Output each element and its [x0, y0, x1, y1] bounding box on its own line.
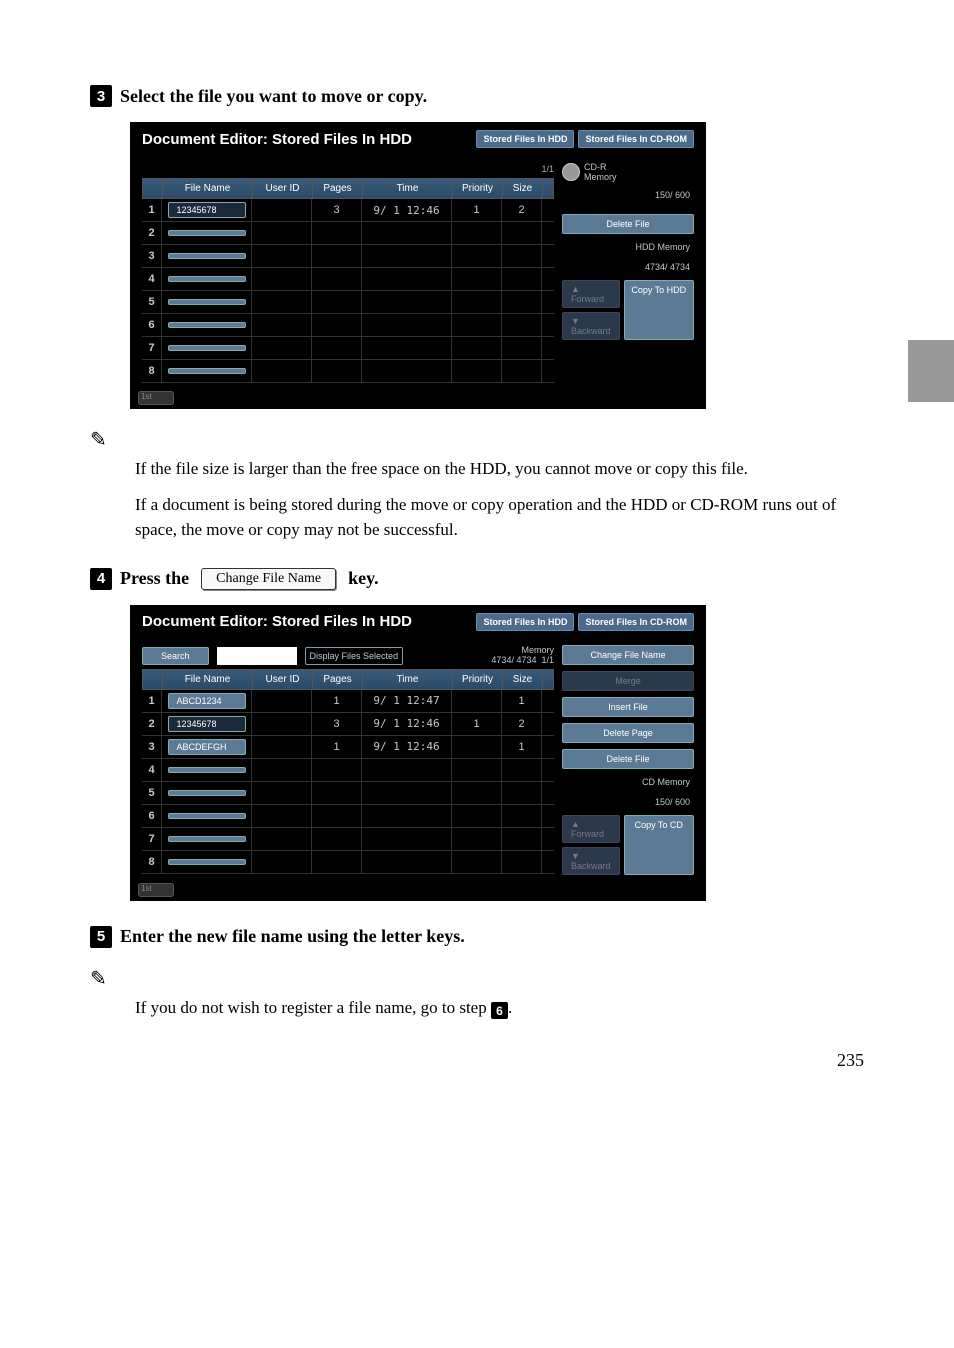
step-5-number: 5: [90, 926, 112, 948]
step-4-number: 4: [90, 568, 112, 590]
shot2-table-body: 1 ABCD1234 1 9/ 1 12:47 1 2 12345678 3 9…: [142, 690, 554, 874]
merge-button[interactable]: Merge: [562, 671, 694, 691]
table-row[interactable]: 1 ABCD1234 1 9/ 1 12:47 1: [142, 690, 554, 713]
page-tab-indicator: 1st: [138, 883, 174, 897]
file-entry[interactable]: 12345678: [168, 716, 246, 732]
shot2-title: Document Editor: Stored Files In HDD: [142, 613, 412, 630]
hdd-memory-value: 4734/ 4734: [562, 260, 694, 274]
col-filename: File Name: [163, 179, 253, 198]
step-3-number: 3: [90, 85, 112, 107]
step-4-text-pre: Press the: [120, 568, 189, 589]
page-tab-indicator: 1st: [138, 391, 174, 405]
col-priority: Priority: [453, 179, 503, 198]
table-row: 7: [142, 828, 554, 851]
step-3-text: Select the file you want to move or copy…: [120, 86, 427, 107]
col-userid: User ID: [253, 179, 313, 198]
cd-memory-label: CD Memory: [562, 775, 694, 789]
cdr-memory-value: 150/ 600: [562, 188, 694, 202]
table-row: 6: [142, 805, 554, 828]
col-pages: Pages: [313, 179, 363, 198]
table-row: 5: [142, 291, 554, 314]
display-files-selected-button[interactable]: Display Files Selected: [305, 647, 404, 665]
shot1-page-indicator: 1/1: [541, 164, 554, 174]
table-row: 7: [142, 337, 554, 360]
screenshot-2: Document Editor: Stored Files In HDD Sto…: [130, 605, 706, 901]
table-row[interactable]: 3 ABCDEFGH 1 9/ 1 12:46 1: [142, 736, 554, 759]
step-3-heading: 3 Select the file you want to move or co…: [90, 85, 864, 107]
shot2-page-indicator: 1/1: [541, 655, 554, 665]
col-time: Time: [363, 179, 453, 198]
delete-file-button[interactable]: Delete File: [562, 214, 694, 234]
note-icon: ✎: [90, 427, 864, 452]
table-row[interactable]: 1 12345678 3 9/ 1 12:46 1 2: [142, 199, 554, 222]
file-entry[interactable]: ABCD1234: [168, 693, 246, 709]
memory-value: 4734/ 4734: [491, 655, 536, 665]
note-text-1: If the file size is larger than the free…: [135, 456, 864, 482]
shot1-table-header: File Name User ID Pages Time Priority Si…: [142, 178, 554, 199]
table-row: 3: [142, 245, 554, 268]
step-4-heading: 4 Press the Change File Name key.: [90, 568, 864, 590]
table-row: 5: [142, 782, 554, 805]
table-row: 6: [142, 314, 554, 337]
shot2-table-header: File Name User ID Pages Time Priority Si…: [142, 669, 554, 690]
note-text-3: If you do not wish to register a file na…: [135, 995, 864, 1021]
step-5-text: Enter the new file name using the letter…: [120, 926, 465, 947]
shot1-header: Document Editor: Stored Files In HDD Sto…: [132, 124, 704, 154]
disc-icon: [562, 163, 580, 181]
screenshot-1: Document Editor: Stored Files In HDD Sto…: [130, 122, 706, 409]
shot2-header: Document Editor: Stored Files In HDD Sto…: [132, 607, 704, 637]
section-thumb-tab: [908, 340, 954, 402]
file-entry[interactable]: ABCDEFGH: [168, 739, 246, 755]
note-icon: ✎: [90, 966, 864, 991]
col-size: Size: [503, 179, 543, 198]
delete-page-button[interactable]: Delete Page: [562, 723, 694, 743]
insert-file-button[interactable]: Insert File: [562, 697, 694, 717]
search-input[interactable]: [217, 647, 297, 665]
hdd-memory-label: HDD Memory: [562, 240, 694, 254]
table-row: 4: [142, 268, 554, 291]
shot1-tab-cdrom[interactable]: Stored Files In CD-ROM: [578, 130, 694, 148]
delete-file-button[interactable]: Delete File: [562, 749, 694, 769]
shot2-tab-hdd[interactable]: Stored Files In HDD: [476, 613, 574, 631]
table-row: 2: [142, 222, 554, 245]
cd-memory-value: 150/ 600: [562, 795, 694, 809]
table-row[interactable]: 2 12345678 3 9/ 1 12:46 1 2: [142, 713, 554, 736]
table-row: 8: [142, 360, 554, 383]
cdr-memory-label: CD-R Memory: [584, 162, 617, 182]
table-row: 8: [142, 851, 554, 874]
search-button[interactable]: Search: [142, 647, 209, 665]
forward-button[interactable]: ▲ Forward: [562, 280, 620, 308]
step-4-text-post: key.: [348, 568, 379, 589]
backward-button[interactable]: ▼ Backward: [562, 847, 620, 875]
shot2-side-panel: Change File Name Merge Insert File Delet…: [554, 645, 694, 875]
memory-label: Memory: [491, 645, 554, 655]
copy-to-cd-button[interactable]: Copy To CD: [624, 815, 694, 875]
shot1-title: Document Editor: Stored Files In HDD: [142, 131, 412, 148]
step-5-heading: 5 Enter the new file name using the lett…: [90, 926, 864, 948]
table-row: 4: [142, 759, 554, 782]
note-text-2: If a document is being stored during the…: [135, 492, 864, 543]
shot1-table-body: 1 12345678 3 9/ 1 12:46 1 2 2 3 4 5 6 7 …: [142, 199, 554, 383]
shot2-tab-cdrom[interactable]: Stored Files In CD-ROM: [578, 613, 694, 631]
shot1-tab-hdd[interactable]: Stored Files In HDD: [476, 130, 574, 148]
change-file-name-button[interactable]: Change File Name: [562, 645, 694, 665]
file-entry[interactable]: 12345678: [168, 202, 246, 218]
step-reference-6: 6: [491, 1002, 508, 1019]
page-number: 235: [90, 1050, 864, 1071]
copy-to-hdd-button[interactable]: Copy To HDD: [624, 280, 694, 340]
backward-button[interactable]: ▼ Backward: [562, 312, 620, 340]
forward-button[interactable]: ▲ Forward: [562, 815, 620, 843]
shot1-side-panel: CD-R Memory 150/ 600 Delete File HDD Mem…: [554, 162, 694, 340]
change-file-name-key: Change File Name: [201, 568, 336, 590]
